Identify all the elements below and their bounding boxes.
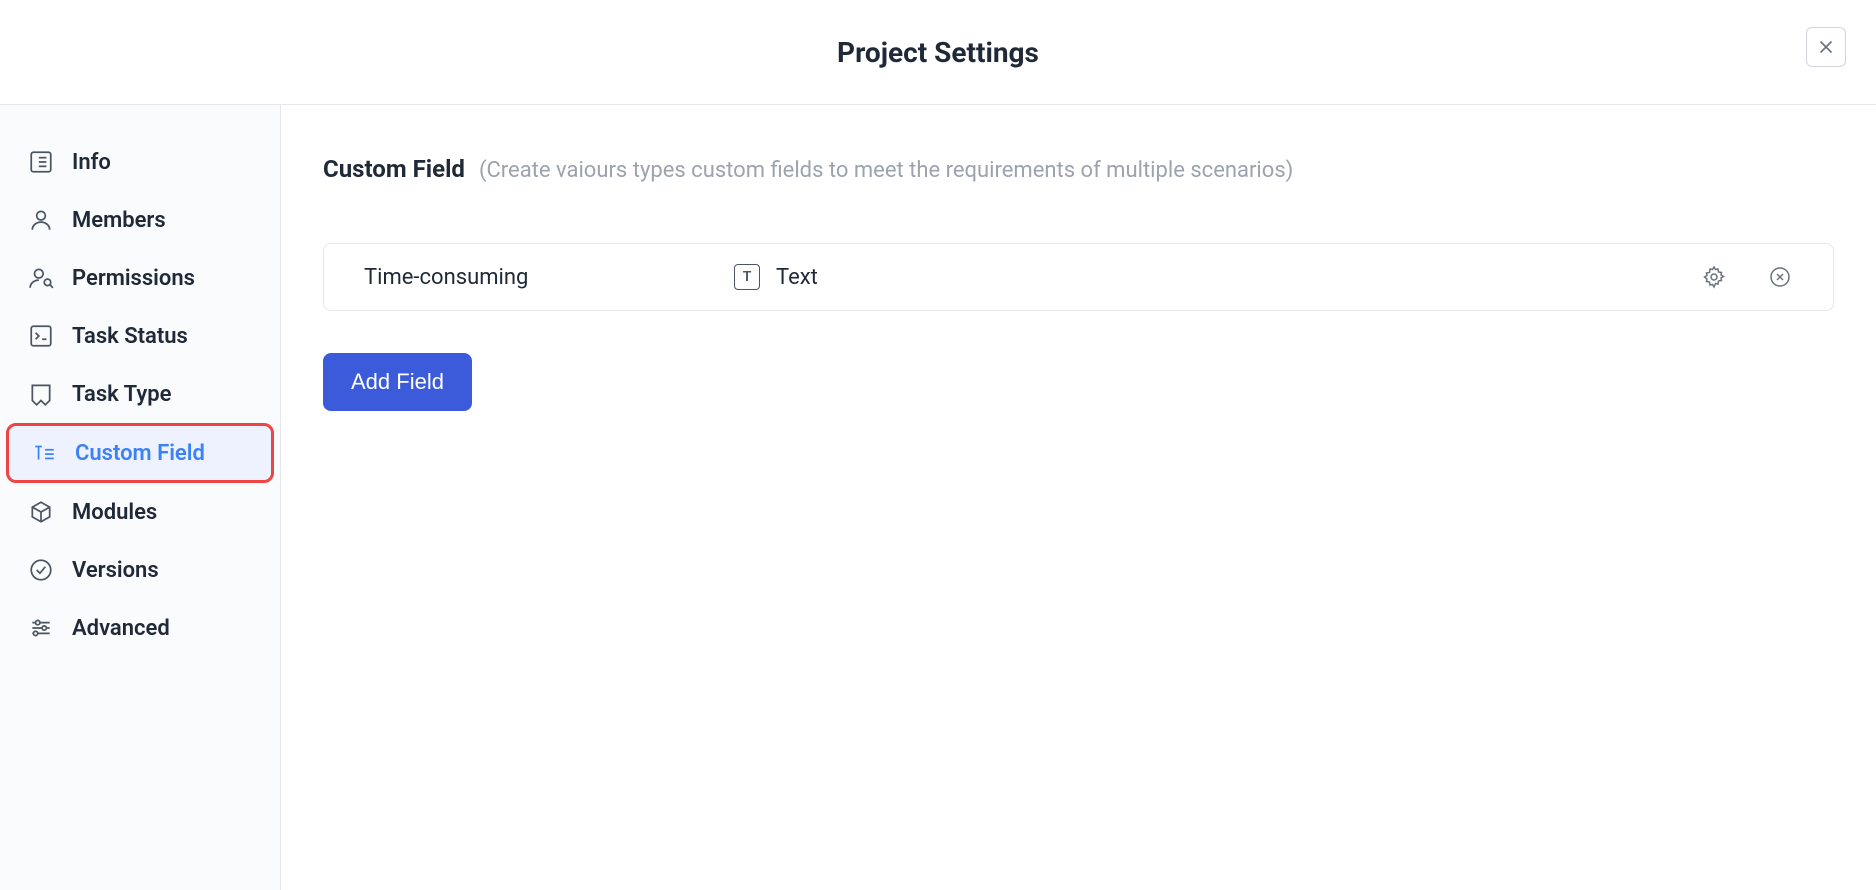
- main-panel: Custom Field (Create vaiours types custo…: [281, 105, 1876, 890]
- field-type-label: Text: [776, 265, 818, 290]
- field-name: Time-consuming: [364, 265, 734, 290]
- field-settings-button[interactable]: [1701, 264, 1727, 290]
- field-type: T Text: [734, 264, 1701, 290]
- sidebar-item-label: Members: [72, 208, 166, 233]
- task-type-icon: [28, 381, 54, 407]
- text-type-icon: T: [734, 264, 760, 290]
- close-button[interactable]: [1806, 27, 1846, 67]
- sidebar-item-task-type[interactable]: Task Type: [0, 365, 280, 423]
- custom-field-icon: [31, 440, 57, 466]
- sidebar-item-label: Permissions: [72, 266, 195, 291]
- versions-icon: [28, 557, 54, 583]
- sidebar-item-label: Task Type: [72, 382, 172, 407]
- sidebar-item-label: Task Status: [72, 324, 188, 349]
- sidebar-item-label: Info: [72, 150, 111, 175]
- field-list: Time-consuming T Text: [323, 243, 1834, 311]
- sidebar-item-task-status[interactable]: Task Status: [0, 307, 280, 365]
- field-row: Time-consuming T Text: [323, 243, 1834, 311]
- field-delete-button[interactable]: [1767, 264, 1793, 290]
- sidebar-item-permissions[interactable]: Permissions: [0, 249, 280, 307]
- advanced-icon: [28, 615, 54, 641]
- sidebar-item-label: Versions: [72, 558, 159, 583]
- gear-icon: [1702, 265, 1726, 289]
- field-actions: [1701, 264, 1793, 290]
- sidebar: Info Members Permissions Task Status: [0, 105, 281, 890]
- sidebar-item-label: Modules: [72, 500, 157, 525]
- sidebar-item-info[interactable]: Info: [0, 133, 280, 191]
- task-status-icon: [28, 323, 54, 349]
- permissions-icon: [28, 265, 54, 291]
- sidebar-item-advanced[interactable]: Advanced: [0, 599, 280, 657]
- sidebar-item-label: Custom Field: [75, 441, 205, 466]
- close-icon: [1816, 37, 1836, 57]
- section-title: Custom Field: [323, 155, 465, 183]
- sidebar-item-custom-field[interactable]: Custom Field: [6, 423, 274, 483]
- sidebar-item-modules[interactable]: Modules: [0, 483, 280, 541]
- content-area: Info Members Permissions Task Status: [0, 105, 1876, 890]
- modules-icon: [28, 499, 54, 525]
- members-icon: [28, 207, 54, 233]
- section-header: Custom Field (Create vaiours types custo…: [323, 155, 1834, 183]
- section-subtitle: (Create vaiours types custom fields to m…: [479, 158, 1293, 183]
- info-icon: [28, 149, 54, 175]
- page-title: Project Settings: [837, 36, 1039, 69]
- sidebar-item-label: Advanced: [72, 616, 170, 641]
- add-field-button[interactable]: Add Field: [323, 353, 472, 411]
- sidebar-item-versions[interactable]: Versions: [0, 541, 280, 599]
- sidebar-item-members[interactable]: Members: [0, 191, 280, 249]
- delete-icon: [1768, 265, 1792, 289]
- dialog-header: Project Settings: [0, 0, 1876, 105]
